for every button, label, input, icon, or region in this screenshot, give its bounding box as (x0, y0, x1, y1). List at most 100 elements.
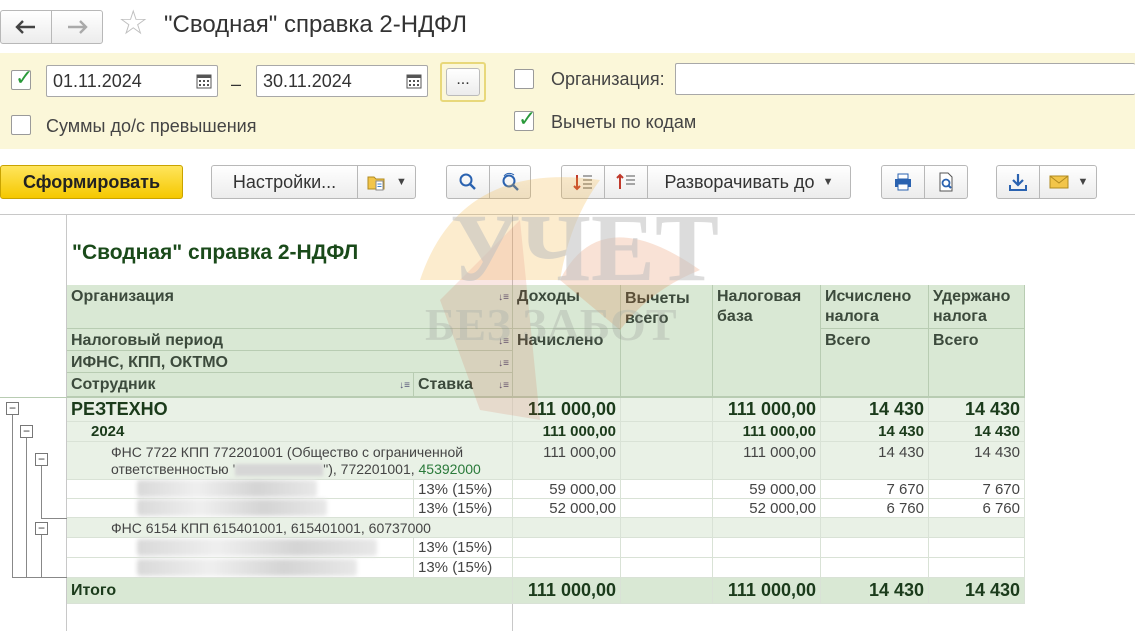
deductions-cell (621, 422, 713, 441)
header-ifns-label: ИФНС, КПП, ОКТМО (71, 354, 228, 371)
sort-icon[interactable]: ↓≡ (399, 376, 410, 396)
collapse-toggle-icon[interactable]: − (35, 453, 48, 466)
search-button[interactable] (446, 165, 490, 199)
expand-list-icon (616, 173, 635, 189)
report-area: "Сводная" справка 2-НДФЛ Организация ↓≡ … (0, 214, 1135, 631)
tree-line (41, 518, 67, 519)
table-row[interactable]: 13% (15%) (67, 558, 1025, 578)
sort-icon[interactable]: ↓≡ (498, 332, 509, 352)
income-cell (513, 518, 621, 537)
collapse-toggle-icon[interactable]: − (20, 425, 33, 438)
generate-button[interactable]: Сформировать (0, 165, 183, 199)
organization-checkbox[interactable] (514, 69, 534, 89)
header-tax-base: Налоговая база (713, 285, 821, 397)
date-from-field[interactable]: 01.11.2024 (46, 65, 218, 97)
organization-field[interactable] (675, 63, 1135, 95)
ifns-line-2-start: ответственностью ' (111, 460, 236, 477)
total-row[interactable]: Итого 111 000,00 111 000,00 14 430 14 43… (67, 578, 1025, 604)
print-preview-button[interactable] (924, 165, 968, 199)
table-row[interactable]: ФНС 7722 КПП 772201001 (Общество с огран… (67, 442, 1025, 480)
tree-line (41, 535, 42, 577)
sort-icon[interactable]: ↓≡ (498, 376, 509, 396)
collapse-all-button[interactable] (561, 165, 605, 199)
total-label: Итого (67, 578, 513, 603)
settings-button[interactable]: Настройки... (211, 165, 358, 199)
expand-to-dropdown[interactable]: Разворачивать до ▼ (647, 165, 851, 199)
income-cell: 111 000,00 (513, 398, 621, 421)
chevron-down-icon: ▼ (822, 176, 834, 188)
calendar-icon[interactable] (195, 72, 213, 90)
table-row[interactable]: 13% (15%) 52 000,00 52 000,00 6 760 6 76… (67, 499, 1025, 518)
withheld-cell: 14 430 (929, 398, 1025, 421)
download-icon (1009, 174, 1027, 191)
forward-button[interactable] (51, 10, 103, 44)
sort-icon[interactable]: ↓≡ (498, 288, 509, 308)
deductions-checkbox[interactable]: ✓ (514, 108, 536, 131)
arrow-left-icon (15, 20, 35, 34)
header-ifns: ИФНС, КПП, ОКТМО ↓≡ (67, 351, 513, 373)
ifns-line-1: ФНС 7722 КПП 772201001 (Общество с огран… (111, 443, 464, 460)
withheld-cell: 14 430 (929, 422, 1025, 441)
period-checkbox[interactable]: ✓ (11, 67, 33, 90)
send-email-button[interactable]: ▼ (1039, 165, 1097, 199)
income-cell: 52 000,00 (513, 499, 621, 517)
calendar-icon[interactable] (405, 72, 423, 90)
tax-base-cell: 59 000,00 (713, 480, 821, 498)
deductions-cell (621, 558, 713, 577)
header-organization-label: Организация (71, 288, 174, 305)
collapse-toggle-icon[interactable]: − (35, 522, 48, 535)
redacted-employee (137, 559, 357, 576)
redacted-employee (137, 480, 317, 497)
date-to-field[interactable]: 30.11.2024 (256, 65, 428, 97)
total-calculated-cell: 14 430 (821, 578, 929, 603)
table-row[interactable]: 13% (15%) (67, 538, 1025, 558)
table-row[interactable]: ФНС 6154 КПП 615401001, 615401001, 60737… (67, 518, 1025, 538)
withheld-cell: 6 760 (929, 499, 1025, 517)
row-label: 2024 (67, 422, 513, 441)
search-next-button[interactable] (489, 165, 531, 199)
sums-checkbox[interactable] (11, 115, 31, 135)
header-employee: Сотрудник ↓≡ (67, 373, 414, 397)
employee-cell (67, 538, 414, 557)
withheld-cell (929, 558, 1025, 577)
sort-icon[interactable]: ↓≡ (498, 354, 509, 374)
date-range-dash: – (231, 74, 242, 94)
header-employee-label: Сотрудник (71, 376, 156, 393)
print-button[interactable] (881, 165, 925, 199)
printer-icon (895, 173, 911, 191)
folder-report-icon (367, 176, 385, 191)
withheld-cell (929, 518, 1025, 537)
total-tax-base-cell: 111 000,00 (713, 578, 821, 603)
envelope-icon (1049, 175, 1069, 189)
row-label: ФНС 7722 КПП 772201001 (Общество с огран… (67, 442, 513, 479)
total-deductions-cell (621, 578, 713, 603)
variants-button[interactable]: ▼ (357, 165, 416, 199)
tree-line (12, 415, 13, 577)
calculated-cell: 6 760 (821, 499, 929, 517)
table-row[interactable]: 2024 111 000,00 111 000,00 14 430 14 430 (67, 422, 1025, 442)
date-from-value: 01.11.2024 (53, 71, 142, 91)
tree-line (12, 577, 67, 578)
collapse-toggle-icon[interactable]: − (6, 402, 19, 415)
withheld-cell (929, 538, 1025, 557)
expand-all-button[interactable] (604, 165, 648, 199)
total-withheld-cell: 14 430 (929, 578, 1025, 603)
report-toolbar: Сформировать Настройки... ▼ Разворачиват… (0, 160, 1135, 204)
header-period-label: Налоговый период (71, 332, 224, 349)
header-period: Налоговый период ↓≡ (67, 329, 513, 351)
back-button[interactable] (0, 10, 52, 44)
income-cell (513, 558, 621, 577)
table-row[interactable]: 13% (15%) 59 000,00 59 000,00 7 670 7 67… (67, 480, 1025, 499)
rate-cell: 13% (15%) (414, 558, 513, 577)
header-deductions: Вычеты всего (621, 285, 713, 397)
period-select-button[interactable]: ... (440, 62, 486, 102)
favorite-star-icon[interactable]: ☆ (118, 6, 148, 40)
table-row[interactable]: РЕЗТЕХНО 111 000,00 111 000,00 14 430 14… (67, 398, 1025, 422)
calculated-cell: 14 430 (821, 442, 929, 479)
tax-base-cell: 52 000,00 (713, 499, 821, 517)
save-button[interactable] (996, 165, 1040, 199)
calculated-cell (821, 518, 929, 537)
header-calculated: Исчислено налога (821, 285, 929, 329)
calculated-cell (821, 558, 929, 577)
header-calculated-total: Всего (821, 329, 929, 397)
